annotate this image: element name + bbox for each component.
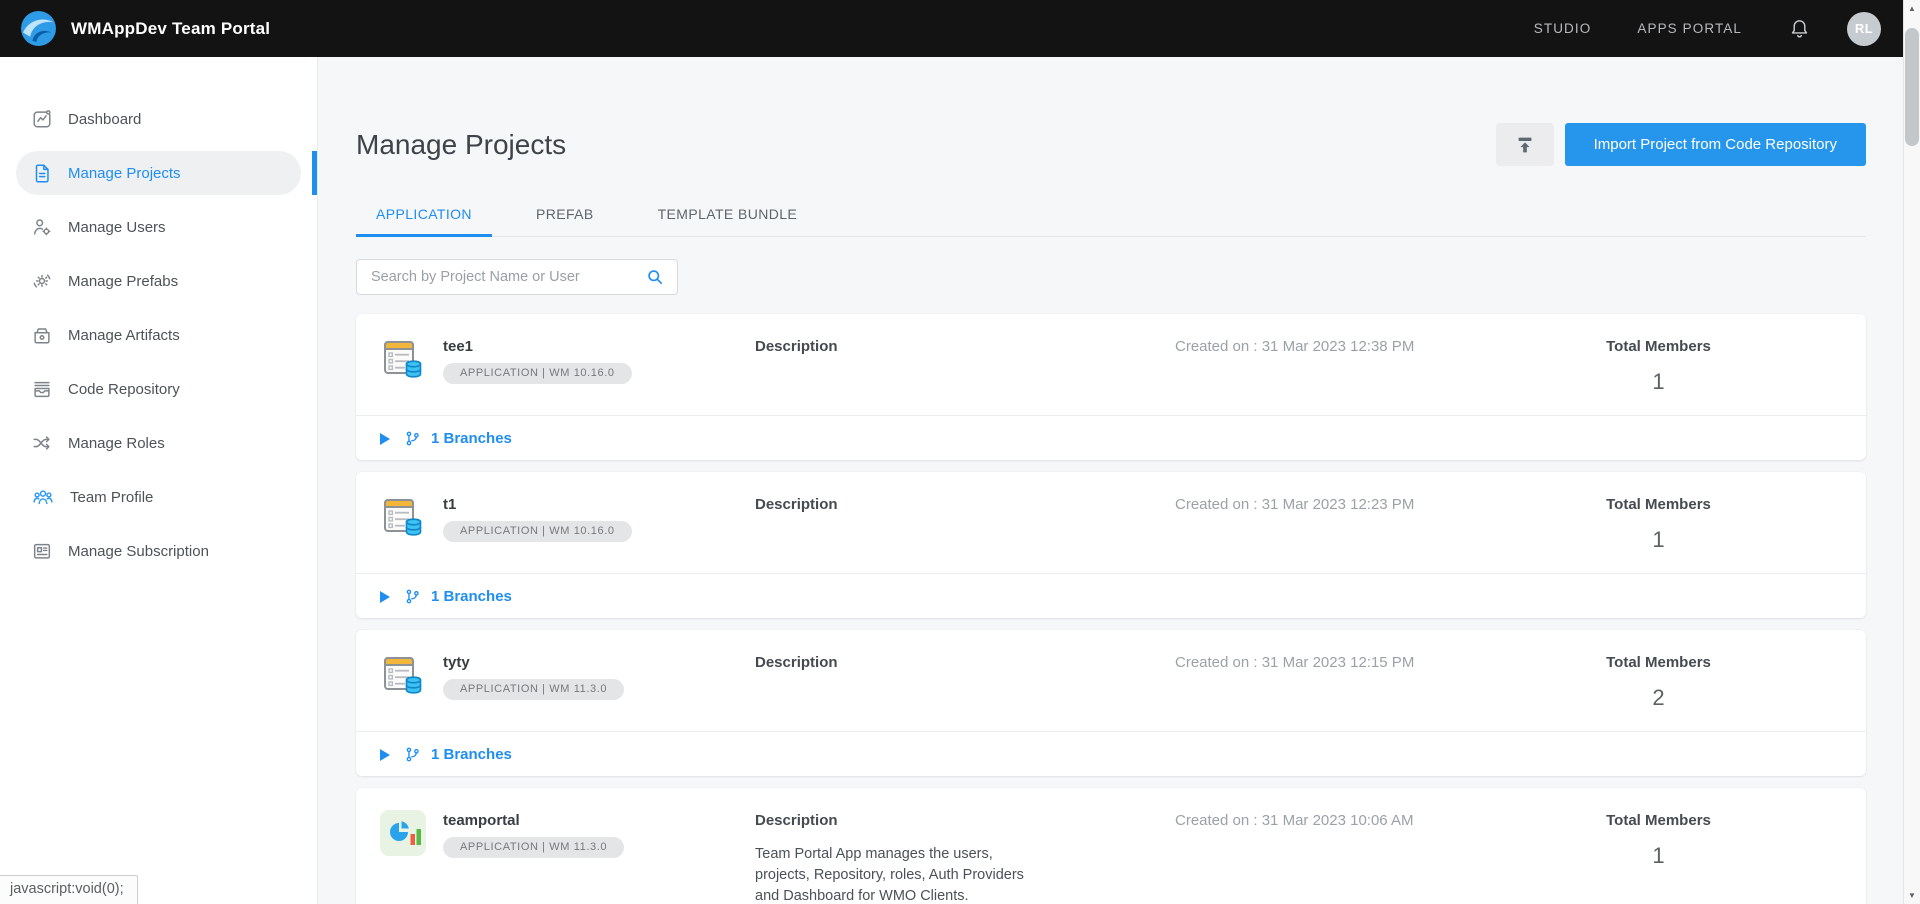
nav-apps-portal-link[interactable]: APPS PORTAL — [1637, 21, 1742, 36]
upload-icon — [1514, 134, 1536, 156]
scroll-down-arrow-icon[interactable]: ▼ — [1904, 887, 1920, 904]
sidebar-item-label: Manage Prefabs — [68, 273, 178, 290]
created-on-text: Created on : 31 Mar 2023 12:15 PM — [1175, 652, 1475, 671]
project-description: Team Portal App manages the users, proje… — [755, 844, 1050, 904]
search-icon[interactable] — [645, 267, 665, 287]
artifacts-box-icon — [31, 324, 53, 346]
project-name[interactable]: tyty — [443, 652, 624, 671]
tab-application[interactable]: APPLICATION — [356, 192, 492, 236]
created-on-text: Created on : 31 Mar 2023 12:38 PM — [1175, 336, 1475, 355]
wavemaker-logo — [20, 10, 57, 47]
sidebar-item-manage-users[interactable]: Manage Users — [16, 205, 301, 249]
total-members-count: 1 — [1475, 843, 1842, 869]
description-label: Description — [755, 494, 1175, 513]
sidebar-item-manage-projects[interactable]: Manage Projects — [16, 151, 301, 195]
sidebar-item-manage-roles[interactable]: Manage Roles — [16, 421, 301, 465]
expand-branches-arrow-icon[interactable] — [380, 433, 390, 445]
subscription-doc-icon — [31, 540, 53, 562]
total-members-label: Total Members — [1475, 494, 1842, 513]
search-input[interactable] — [371, 269, 645, 285]
project-type-tabs: APPLICATION PREFAB TEMPLATE BUNDLE — [356, 192, 1866, 237]
sidebar-item-label: Manage Projects — [68, 165, 181, 182]
branches-toggle[interactable]: 1 Branches — [431, 430, 512, 447]
application-window-db-icon — [380, 494, 426, 542]
project-name[interactable]: teamportal — [443, 810, 624, 829]
branches-toggle[interactable]: 1 Branches — [431, 746, 512, 763]
branches-toggle[interactable]: 1 Branches — [431, 588, 512, 605]
project-card-teamportal[interactable]: teamportal APPLICATION | WM 11.3.0 Descr… — [356, 788, 1866, 904]
expand-branches-arrow-icon[interactable] — [380, 591, 390, 603]
user-gear-icon — [31, 216, 53, 238]
project-name[interactable]: t1 — [443, 494, 632, 513]
notifications-bell-icon[interactable] — [1788, 17, 1811, 40]
sidebar-item-manage-subscription[interactable]: Manage Subscription — [16, 529, 301, 573]
git-branch-icon — [404, 746, 421, 763]
user-avatar[interactable]: RL — [1847, 12, 1881, 46]
browser-status-bar: javascript:void(0); — [0, 875, 138, 904]
total-members-count: 2 — [1475, 685, 1842, 711]
git-branch-icon — [404, 430, 421, 447]
dashboard-icon — [31, 108, 53, 130]
sidebar-item-manage-artifacts[interactable]: Manage Artifacts — [16, 313, 301, 357]
upload-project-button[interactable] — [1496, 123, 1554, 166]
sidebar-item-label: Dashboard — [68, 111, 141, 128]
project-list: tee1 APPLICATION | WM 10.16.0 Descriptio… — [356, 314, 1866, 904]
import-project-button[interactable]: Import Project from Code Repository — [1565, 123, 1866, 166]
app-title: WMAppDev Team Portal — [71, 19, 270, 39]
total-members-count: 1 — [1475, 369, 1842, 395]
sidebar-item-dashboard[interactable]: Dashboard — [16, 97, 301, 141]
project-search — [356, 259, 678, 295]
project-type-badge: APPLICATION | WM 11.3.0 — [443, 837, 624, 858]
created-on-text: Created on : 31 Mar 2023 10:06 AM — [1175, 810, 1475, 829]
expand-branches-arrow-icon[interactable] — [380, 749, 390, 761]
project-type-badge: APPLICATION | WM 11.3.0 — [443, 679, 624, 700]
sidebar-item-code-repository[interactable]: Code Repository — [16, 367, 301, 411]
sidebar-item-label: Manage Subscription — [68, 543, 209, 560]
total-members-label: Total Members — [1475, 336, 1842, 355]
git-branch-icon — [404, 588, 421, 605]
sidebar-item-team-profile[interactable]: Team Profile — [16, 475, 301, 519]
page-title: Manage Projects — [356, 129, 566, 161]
top-header: WMAppDev Team Portal STUDIO APPS PORTAL … — [0, 0, 1903, 57]
nav-studio-link[interactable]: STUDIO — [1534, 21, 1592, 36]
projects-file-icon — [31, 162, 53, 184]
app-viewport: WMAppDev Team Portal STUDIO APPS PORTAL … — [0, 0, 1920, 904]
shuffle-roles-icon — [31, 432, 53, 454]
code-repository-tray-icon — [31, 378, 53, 400]
description-label: Description — [755, 652, 1175, 671]
project-card-tyty[interactable]: tyty APPLICATION | WM 11.3.0 Description… — [356, 630, 1866, 776]
tab-template-bundle[interactable]: TEMPLATE BUNDLE — [638, 192, 818, 236]
sidebar-item-label: Manage Artifacts — [68, 327, 180, 344]
total-members-label: Total Members — [1475, 652, 1842, 671]
application-window-db-icon — [380, 652, 426, 700]
project-card-t1[interactable]: t1 APPLICATION | WM 10.16.0 Description … — [356, 472, 1866, 618]
total-members-count: 1 — [1475, 527, 1842, 553]
tab-prefab[interactable]: PREFAB — [516, 192, 614, 236]
scrollbar-thumb[interactable] — [1905, 28, 1919, 146]
created-on-text: Created on : 31 Mar 2023 12:23 PM — [1175, 494, 1475, 513]
project-type-badge: APPLICATION | WM 10.16.0 — [443, 521, 632, 542]
sidebar-item-label: Manage Users — [68, 219, 166, 236]
charts-app-icon — [380, 810, 426, 858]
vertical-scrollbar[interactable]: ▲ ▼ — [1903, 0, 1920, 904]
project-type-badge: APPLICATION | WM 10.16.0 — [443, 363, 632, 384]
total-members-label: Total Members — [1475, 810, 1842, 829]
scroll-up-arrow-icon[interactable]: ▲ — [1904, 0, 1920, 17]
team-people-icon — [31, 486, 55, 508]
prefab-gear-sync-icon — [31, 270, 53, 292]
sidebar-item-label: Team Profile — [70, 489, 153, 506]
sidebar-item-manage-prefabs[interactable]: Manage Prefabs — [16, 259, 301, 303]
description-label: Description — [755, 336, 1175, 355]
sidebar-item-label: Code Repository — [68, 381, 180, 398]
sidebar-item-label: Manage Roles — [68, 435, 165, 452]
main-content: Manage Projects Import Project from Code… — [318, 57, 1903, 904]
sidebar: Dashboard Manage Projects — [0, 57, 318, 904]
application-window-db-icon — [380, 336, 426, 384]
project-name[interactable]: tee1 — [443, 336, 632, 355]
description-label: Description — [755, 810, 1175, 829]
project-card-tee1[interactable]: tee1 APPLICATION | WM 10.16.0 Descriptio… — [356, 314, 1866, 460]
